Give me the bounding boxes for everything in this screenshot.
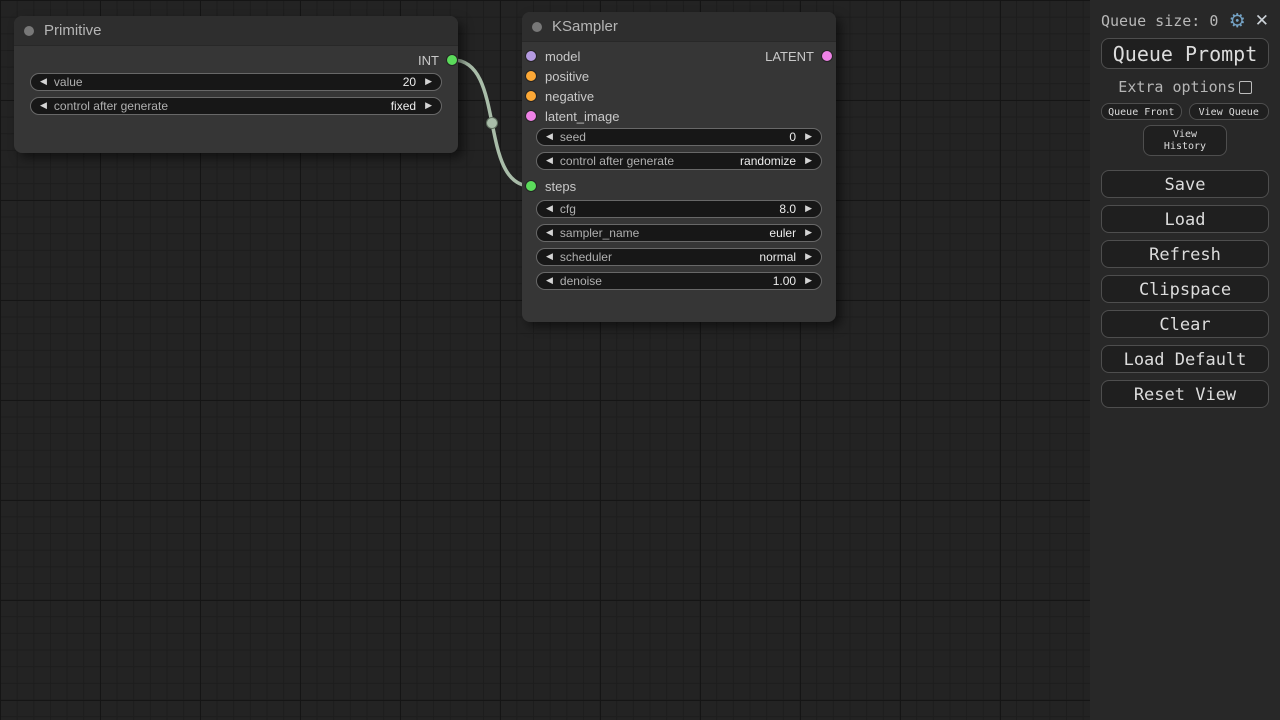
comfy-menu: Queue size: 0 ⚙ ✕ Queue Prompt Extra opt…: [1090, 0, 1280, 720]
load-default-button[interactable]: Load Default: [1101, 345, 1269, 373]
extra-options-checkbox[interactable]: [1239, 81, 1252, 94]
stepper-right-icon[interactable]: ▶: [425, 78, 432, 87]
input-port-latent-image[interactable]: latent_image: [526, 106, 619, 126]
widget-value-text: 20: [403, 75, 416, 89]
stepper-right-icon[interactable]: ▶: [805, 157, 812, 166]
widget-scheduler[interactable]: ◀ scheduler normal ▶: [536, 248, 822, 266]
input-port-dot[interactable]: [526, 111, 536, 121]
close-icon[interactable]: ✕: [1255, 13, 1269, 30]
queue-prompt-button[interactable]: Queue Prompt: [1101, 38, 1269, 69]
queue-front-button[interactable]: Queue Front: [1101, 103, 1182, 120]
input-port-label: positive: [545, 69, 589, 84]
link-midpoint-dot[interactable]: [487, 118, 498, 129]
stepper-right-icon[interactable]: ▶: [805, 277, 812, 286]
input-port-steps[interactable]: steps: [526, 176, 576, 196]
widget-label: seed: [560, 130, 789, 144]
node-collapse-dot[interactable]: [532, 22, 542, 32]
node-title: Primitive: [44, 22, 102, 39]
stepper-left-icon[interactable]: ◀: [546, 229, 553, 238]
input-port-dot[interactable]: [526, 71, 536, 81]
stepper-left-icon[interactable]: ◀: [40, 102, 47, 111]
input-port-model[interactable]: model: [526, 46, 580, 66]
stepper-left-icon[interactable]: ◀: [40, 78, 47, 87]
widget-label: cfg: [560, 202, 779, 216]
input-port-label: negative: [545, 89, 594, 104]
queue-size-row: Queue size: 0 ⚙ ✕: [1101, 10, 1269, 32]
reset-view-button[interactable]: Reset View: [1101, 380, 1269, 408]
input-port-dot[interactable]: [526, 51, 536, 61]
widget-label: control after generate: [54, 99, 391, 113]
clear-button[interactable]: Clear: [1101, 310, 1269, 338]
input-port-dot[interactable]: [526, 181, 536, 191]
stepper-left-icon[interactable]: ◀: [546, 133, 553, 142]
view-history-button[interactable]: View History: [1143, 125, 1227, 156]
input-port-positive[interactable]: positive: [526, 66, 589, 86]
widget-value-text: 0: [789, 130, 796, 144]
widget-value[interactable]: ◀ value 20 ▶: [30, 73, 442, 91]
widget-label: control after generate: [560, 154, 740, 168]
widget-label: sampler_name: [560, 226, 769, 240]
widget-seed[interactable]: ◀ seed 0 ▶: [536, 128, 822, 146]
stepper-left-icon[interactable]: ◀: [546, 205, 553, 214]
link-wire-int-to-steps: [453, 60, 531, 186]
stepper-left-icon[interactable]: ◀: [546, 157, 553, 166]
output-port-int[interactable]: INT: [418, 50, 457, 70]
node-primitive[interactable]: Primitive INT ◀ value 20 ▶ ◀ control aft…: [14, 16, 458, 153]
node-collapse-dot[interactable]: [24, 26, 34, 36]
view-queue-button[interactable]: View Queue: [1189, 103, 1270, 120]
node-ksampler-titlebar[interactable]: KSampler: [522, 12, 836, 42]
stepper-left-icon[interactable]: ◀: [546, 277, 553, 286]
widget-value-text: fixed: [391, 99, 416, 113]
stepper-right-icon[interactable]: ▶: [805, 229, 812, 238]
output-port-label: LATENT: [765, 49, 814, 64]
stepper-left-icon[interactable]: ◀: [546, 253, 553, 262]
node-ksampler[interactable]: KSampler model positive negative latent_…: [522, 12, 836, 322]
node-primitive-titlebar[interactable]: Primitive: [14, 16, 458, 46]
widget-control-after-generate[interactable]: ◀ control after generate randomize ▶: [536, 152, 822, 170]
input-port-label: model: [545, 49, 580, 64]
input-port-dot[interactable]: [526, 91, 536, 101]
output-port-latent[interactable]: LATENT: [765, 46, 832, 66]
node-graph-canvas[interactable]: Primitive INT ◀ value 20 ▶ ◀ control aft…: [0, 0, 1090, 720]
widget-label: scheduler: [560, 250, 759, 264]
widget-control-after-generate[interactable]: ◀ control after generate fixed ▶: [30, 97, 442, 115]
widget-value-text: randomize: [740, 154, 796, 168]
node-primitive-body: INT ◀ value 20 ▶ ◀ control after generat…: [14, 46, 458, 153]
input-port-label: latent_image: [545, 109, 619, 124]
load-button[interactable]: Load: [1101, 205, 1269, 233]
save-button[interactable]: Save: [1101, 170, 1269, 198]
widget-label: denoise: [560, 274, 773, 288]
extra-options-label: Extra options: [1118, 78, 1235, 96]
stepper-right-icon[interactable]: ▶: [805, 133, 812, 142]
output-port-label: INT: [418, 53, 439, 68]
widget-value-text: 1.00: [773, 274, 796, 288]
settings-gear-icon[interactable]: ⚙: [1229, 12, 1246, 31]
stepper-right-icon[interactable]: ▶: [425, 102, 432, 111]
widget-value-text: normal: [759, 250, 796, 264]
widget-denoise[interactable]: ◀ denoise 1.00 ▶: [536, 272, 822, 290]
refresh-button[interactable]: Refresh: [1101, 240, 1269, 268]
output-port-dot[interactable]: [447, 55, 457, 65]
queue-size-label: Queue size: 0: [1101, 12, 1229, 30]
widget-value-text: euler: [769, 226, 796, 240]
widget-label: value: [54, 75, 403, 89]
widget-value-text: 8.0: [779, 202, 796, 216]
widget-sampler-name[interactable]: ◀ sampler_name euler ▶: [536, 224, 822, 242]
stepper-right-icon[interactable]: ▶: [805, 205, 812, 214]
stepper-right-icon[interactable]: ▶: [805, 253, 812, 262]
node-title: KSampler: [552, 18, 618, 35]
output-port-dot[interactable]: [822, 51, 832, 61]
input-port-label: steps: [545, 179, 576, 194]
clipspace-button[interactable]: Clipspace: [1101, 275, 1269, 303]
extra-options-row: Extra options: [1101, 78, 1269, 96]
node-ksampler-body: model positive negative latent_image ste…: [522, 42, 836, 322]
input-port-negative[interactable]: negative: [526, 86, 594, 106]
queue-buttons-row: Queue Front View Queue: [1101, 103, 1269, 120]
widget-cfg[interactable]: ◀ cfg 8.0 ▶: [536, 200, 822, 218]
